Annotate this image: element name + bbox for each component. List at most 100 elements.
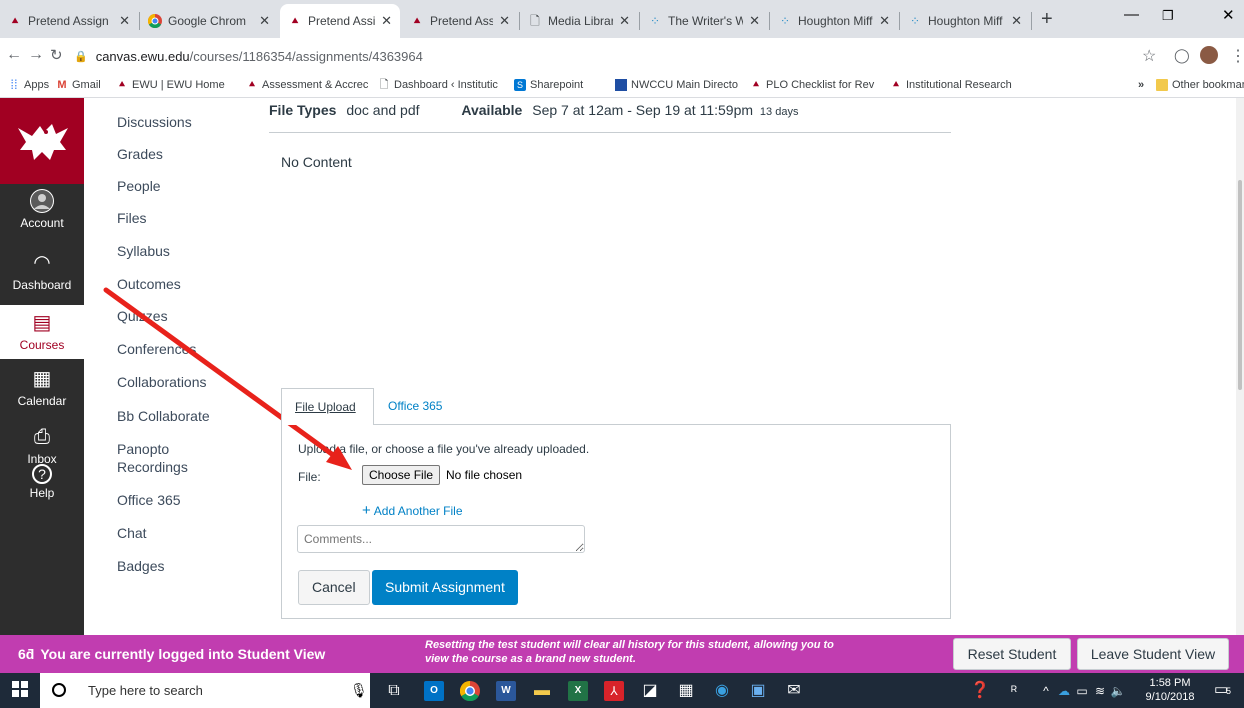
- acrobat-icon[interactable]: ⅄: [604, 681, 624, 701]
- tab-office-365[interactable]: Office 365: [388, 399, 442, 413]
- choose-file-button[interactable]: Choose File: [362, 465, 441, 485]
- bookmark-assessment[interactable]: ⯅ Assessment & Accrec: [246, 79, 369, 91]
- course-nav-collaborations[interactable]: Collaborations: [117, 373, 207, 391]
- tab-file-upload[interactable]: File Upload: [281, 388, 374, 425]
- course-nav-quizzes[interactable]: Quizzes: [117, 307, 168, 325]
- calendar-app-icon[interactable]: ▦: [676, 681, 696, 701]
- close-icon[interactable]: ✕: [619, 13, 630, 29]
- course-nav-office-365[interactable]: Office 365: [117, 491, 181, 509]
- notification-count: 5: [1226, 686, 1232, 696]
- bookmarks-bar: ⁞⁞ Apps M Gmail ⯅ EWU | EWU Home ⯅ Assessmen…: [0, 74, 1244, 98]
- taskbar-search-box[interactable]: Type here to search 🎙: [40, 673, 370, 708]
- close-icon[interactable]: ✕: [381, 13, 392, 29]
- course-nav-chat[interactable]: Chat: [117, 524, 147, 542]
- global-nav-courses[interactable]: ▤ Courses: [0, 305, 84, 359]
- remote-desktop-icon[interactable]: ▣: [748, 681, 768, 701]
- windows-start-icon[interactable]: [10, 681, 30, 701]
- reload-icon[interactable]: ↻: [50, 46, 63, 64]
- word-icon[interactable]: W: [496, 681, 516, 701]
- course-nav-discussions[interactable]: Discussions: [117, 113, 192, 131]
- browser-tab[interactable]: ⯅ Pretend Assign ✕: [0, 4, 138, 38]
- people-icon[interactable]: ᴿ: [1004, 681, 1024, 701]
- wifi-icon[interactable]: ≋: [1090, 681, 1110, 701]
- close-icon[interactable]: ✕: [259, 13, 270, 29]
- minimize-icon[interactable]: —: [1124, 6, 1139, 23]
- eagle-icon: ⯅: [117, 79, 127, 91]
- close-icon[interactable]: ✕: [499, 13, 510, 29]
- bookmark-nwccu[interactable]: NWCCU Main Directo: [615, 79, 738, 91]
- assignment-details-row: File Types doc and pdf Available Sep 7 a…: [269, 102, 798, 118]
- browser-tab[interactable]: ⁘ Houghton Miff ✕: [900, 4, 1030, 38]
- bookmark-plo-checklist[interactable]: ⯅ PLO Checklist for Rev: [750, 79, 875, 91]
- mail-app-icon[interactable]: ✉: [784, 681, 804, 701]
- submit-assignment-button[interactable]: Submit Assignment: [372, 570, 518, 605]
- bookmark-institutional-research[interactable]: ⯅ Institutional Research: [890, 79, 1012, 91]
- student-view-icon: 6ƌ: [18, 646, 35, 662]
- taskbar-search-placeholder: Type here to search: [88, 683, 203, 698]
- menu-dots-icon[interactable]: ⋮: [1230, 46, 1244, 66]
- extension-icon[interactable]: ◯: [1174, 47, 1190, 64]
- browser-tab[interactable]: Google Chrom ✕: [140, 4, 278, 38]
- browser-tab[interactable]: ⯅ Pretend Assign ✕: [402, 4, 518, 38]
- file-explorer-icon[interactable]: ▬: [532, 681, 552, 701]
- global-nav-dashboard[interactable]: ◠ Dashboard: [0, 250, 84, 300]
- sticky-notes-icon[interactable]: ◪: [640, 681, 660, 701]
- close-icon[interactable]: ✕: [119, 13, 130, 29]
- star-icon[interactable]: ☆: [1142, 46, 1156, 66]
- course-nav-bb-collaborate[interactable]: Bb Collaborate: [117, 407, 210, 425]
- reset-student-button[interactable]: Reset Student: [953, 638, 1071, 670]
- browser-tab[interactable]: ⁘ The Writer's W ✕: [640, 4, 768, 38]
- new-tab-button[interactable]: +: [1041, 8, 1053, 31]
- chrome-taskbar-icon[interactable]: [459, 680, 480, 702]
- global-nav-calendar[interactable]: ▦ Calendar: [0, 366, 84, 416]
- close-window-icon[interactable]: ✕: [1222, 6, 1235, 24]
- volume-icon[interactable]: 🔈: [1108, 681, 1128, 701]
- global-nav-help[interactable]: ? Help: [0, 464, 84, 514]
- back-arrow-icon[interactable]: ←: [6, 46, 22, 64]
- ewu-eagle-logo[interactable]: [0, 98, 84, 184]
- course-nav-conferences[interactable]: Conferences: [117, 340, 196, 358]
- tray-overflow-icon[interactable]: ^: [1036, 681, 1056, 701]
- page-scrollbar-thumb[interactable]: [1238, 180, 1242, 390]
- outlook-icon[interactable]: O: [424, 681, 444, 701]
- battery-icon[interactable]: ▭: [1072, 681, 1092, 701]
- global-nav-account[interactable]: Account: [0, 188, 84, 238]
- browser-tab-active[interactable]: ⯅ Pretend Assign ✕: [280, 4, 400, 38]
- onedrive-icon[interactable]: ☁: [1054, 681, 1074, 701]
- taskbar-clock[interactable]: 1:58 PM 9/10/2018: [1136, 676, 1204, 704]
- course-nav-syllabus[interactable]: Syllabus: [117, 242, 170, 260]
- action-center-icon[interactable]: ▭ 5: [1214, 680, 1236, 700]
- help-tray-icon[interactable]: ❓: [970, 681, 990, 701]
- course-nav-badges[interactable]: Badges: [117, 557, 164, 575]
- close-icon[interactable]: ✕: [879, 13, 890, 29]
- comments-textarea[interactable]: [297, 525, 585, 553]
- cancel-button[interactable]: Cancel: [298, 570, 370, 605]
- close-icon[interactable]: ✕: [749, 13, 760, 29]
- bookmark-sharepoint[interactable]: S Sharepoint: [514, 79, 583, 91]
- course-nav-outcomes[interactable]: Outcomes: [117, 275, 181, 293]
- browser-tab[interactable]: ⁘ Houghton Miff ✕: [770, 4, 898, 38]
- globe-app-icon[interactable]: ◉: [712, 681, 732, 701]
- restore-icon[interactable]: ❐: [1162, 8, 1174, 24]
- bookmark-gmail[interactable]: M Gmail: [56, 79, 100, 91]
- student-view-note: Resetting the test student will clear al…: [425, 639, 834, 665]
- task-view-icon[interactable]: ⧉: [384, 681, 404, 701]
- course-nav-files[interactable]: Files: [117, 209, 147, 227]
- excel-icon[interactable]: X: [568, 681, 588, 701]
- bookmark-apps[interactable]: ⁞⁞ Apps: [8, 78, 49, 91]
- profile-avatar[interactable]: [1200, 46, 1218, 64]
- course-nav-panopto-recordings[interactable]: Panopto Recordings: [117, 440, 217, 476]
- browser-tab[interactable]: 🗋 Media Library ✕: [520, 4, 638, 38]
- course-nav-people[interactable]: People: [117, 177, 161, 195]
- add-another-file-link[interactable]: + Add Another File: [362, 502, 463, 519]
- address-bar[interactable]: 🔒 canvas.ewu.edu/courses/1186354/assignm…: [74, 44, 423, 68]
- other-bookmarks-folder[interactable]: Other bookmarks: [1156, 79, 1244, 91]
- course-nav-grades[interactable]: Grades: [117, 145, 163, 163]
- bookmark-ewu-home[interactable]: ⯅ EWU | EWU Home: [116, 79, 225, 91]
- bookmark-dashboard[interactable]: 🗋 Dashboard ‹ Institutic: [378, 79, 498, 91]
- forward-arrow-icon[interactable]: →: [28, 46, 44, 64]
- close-icon[interactable]: ✕: [1011, 13, 1022, 29]
- leave-student-view-button[interactable]: Leave Student View: [1077, 638, 1229, 670]
- chrome-icon: [147, 13, 162, 29]
- bookmarks-overflow-button[interactable]: »: [1138, 79, 1144, 91]
